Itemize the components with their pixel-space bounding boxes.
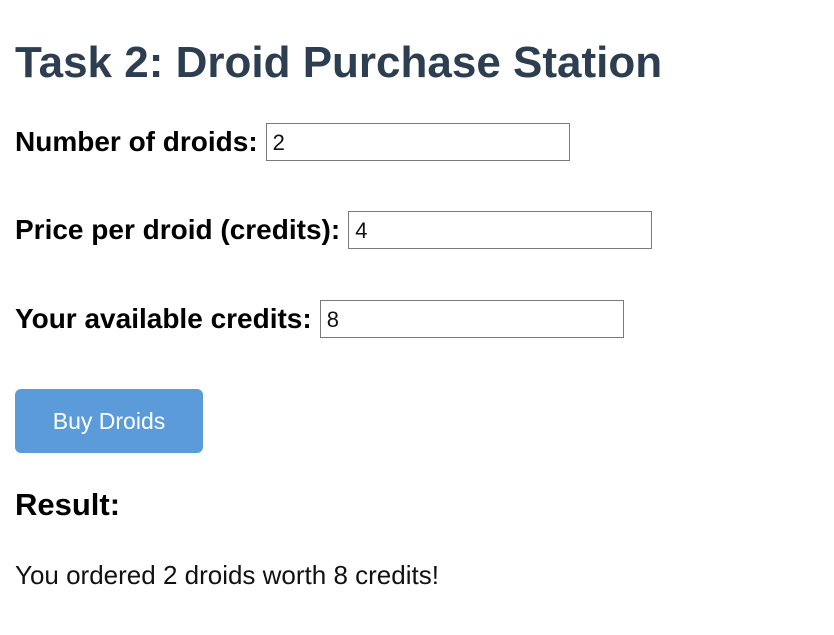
price-per-droid-input[interactable] bbox=[348, 211, 653, 249]
page-title: Task 2: Droid Purchase Station bbox=[15, 38, 663, 87]
buy-droids-button[interactable]: Buy Droids bbox=[15, 389, 203, 453]
price-per-droid-row: Price per droid (credits): bbox=[15, 211, 653, 249]
price-per-droid-label: Price per droid (credits): bbox=[15, 214, 341, 245]
available-credits-input[interactable] bbox=[319, 300, 624, 338]
droid-count-row: Number of droids: bbox=[15, 123, 570, 161]
available-credits-label: Your available credits: bbox=[15, 303, 312, 334]
droid-count-input[interactable] bbox=[265, 123, 570, 161]
result-message: You ordered 2 droids worth 8 credits! bbox=[15, 560, 439, 590]
available-credits-row: Your available credits: bbox=[15, 300, 624, 338]
droid-count-label: Number of droids: bbox=[15, 126, 258, 157]
result-heading: Result: bbox=[15, 487, 121, 522]
